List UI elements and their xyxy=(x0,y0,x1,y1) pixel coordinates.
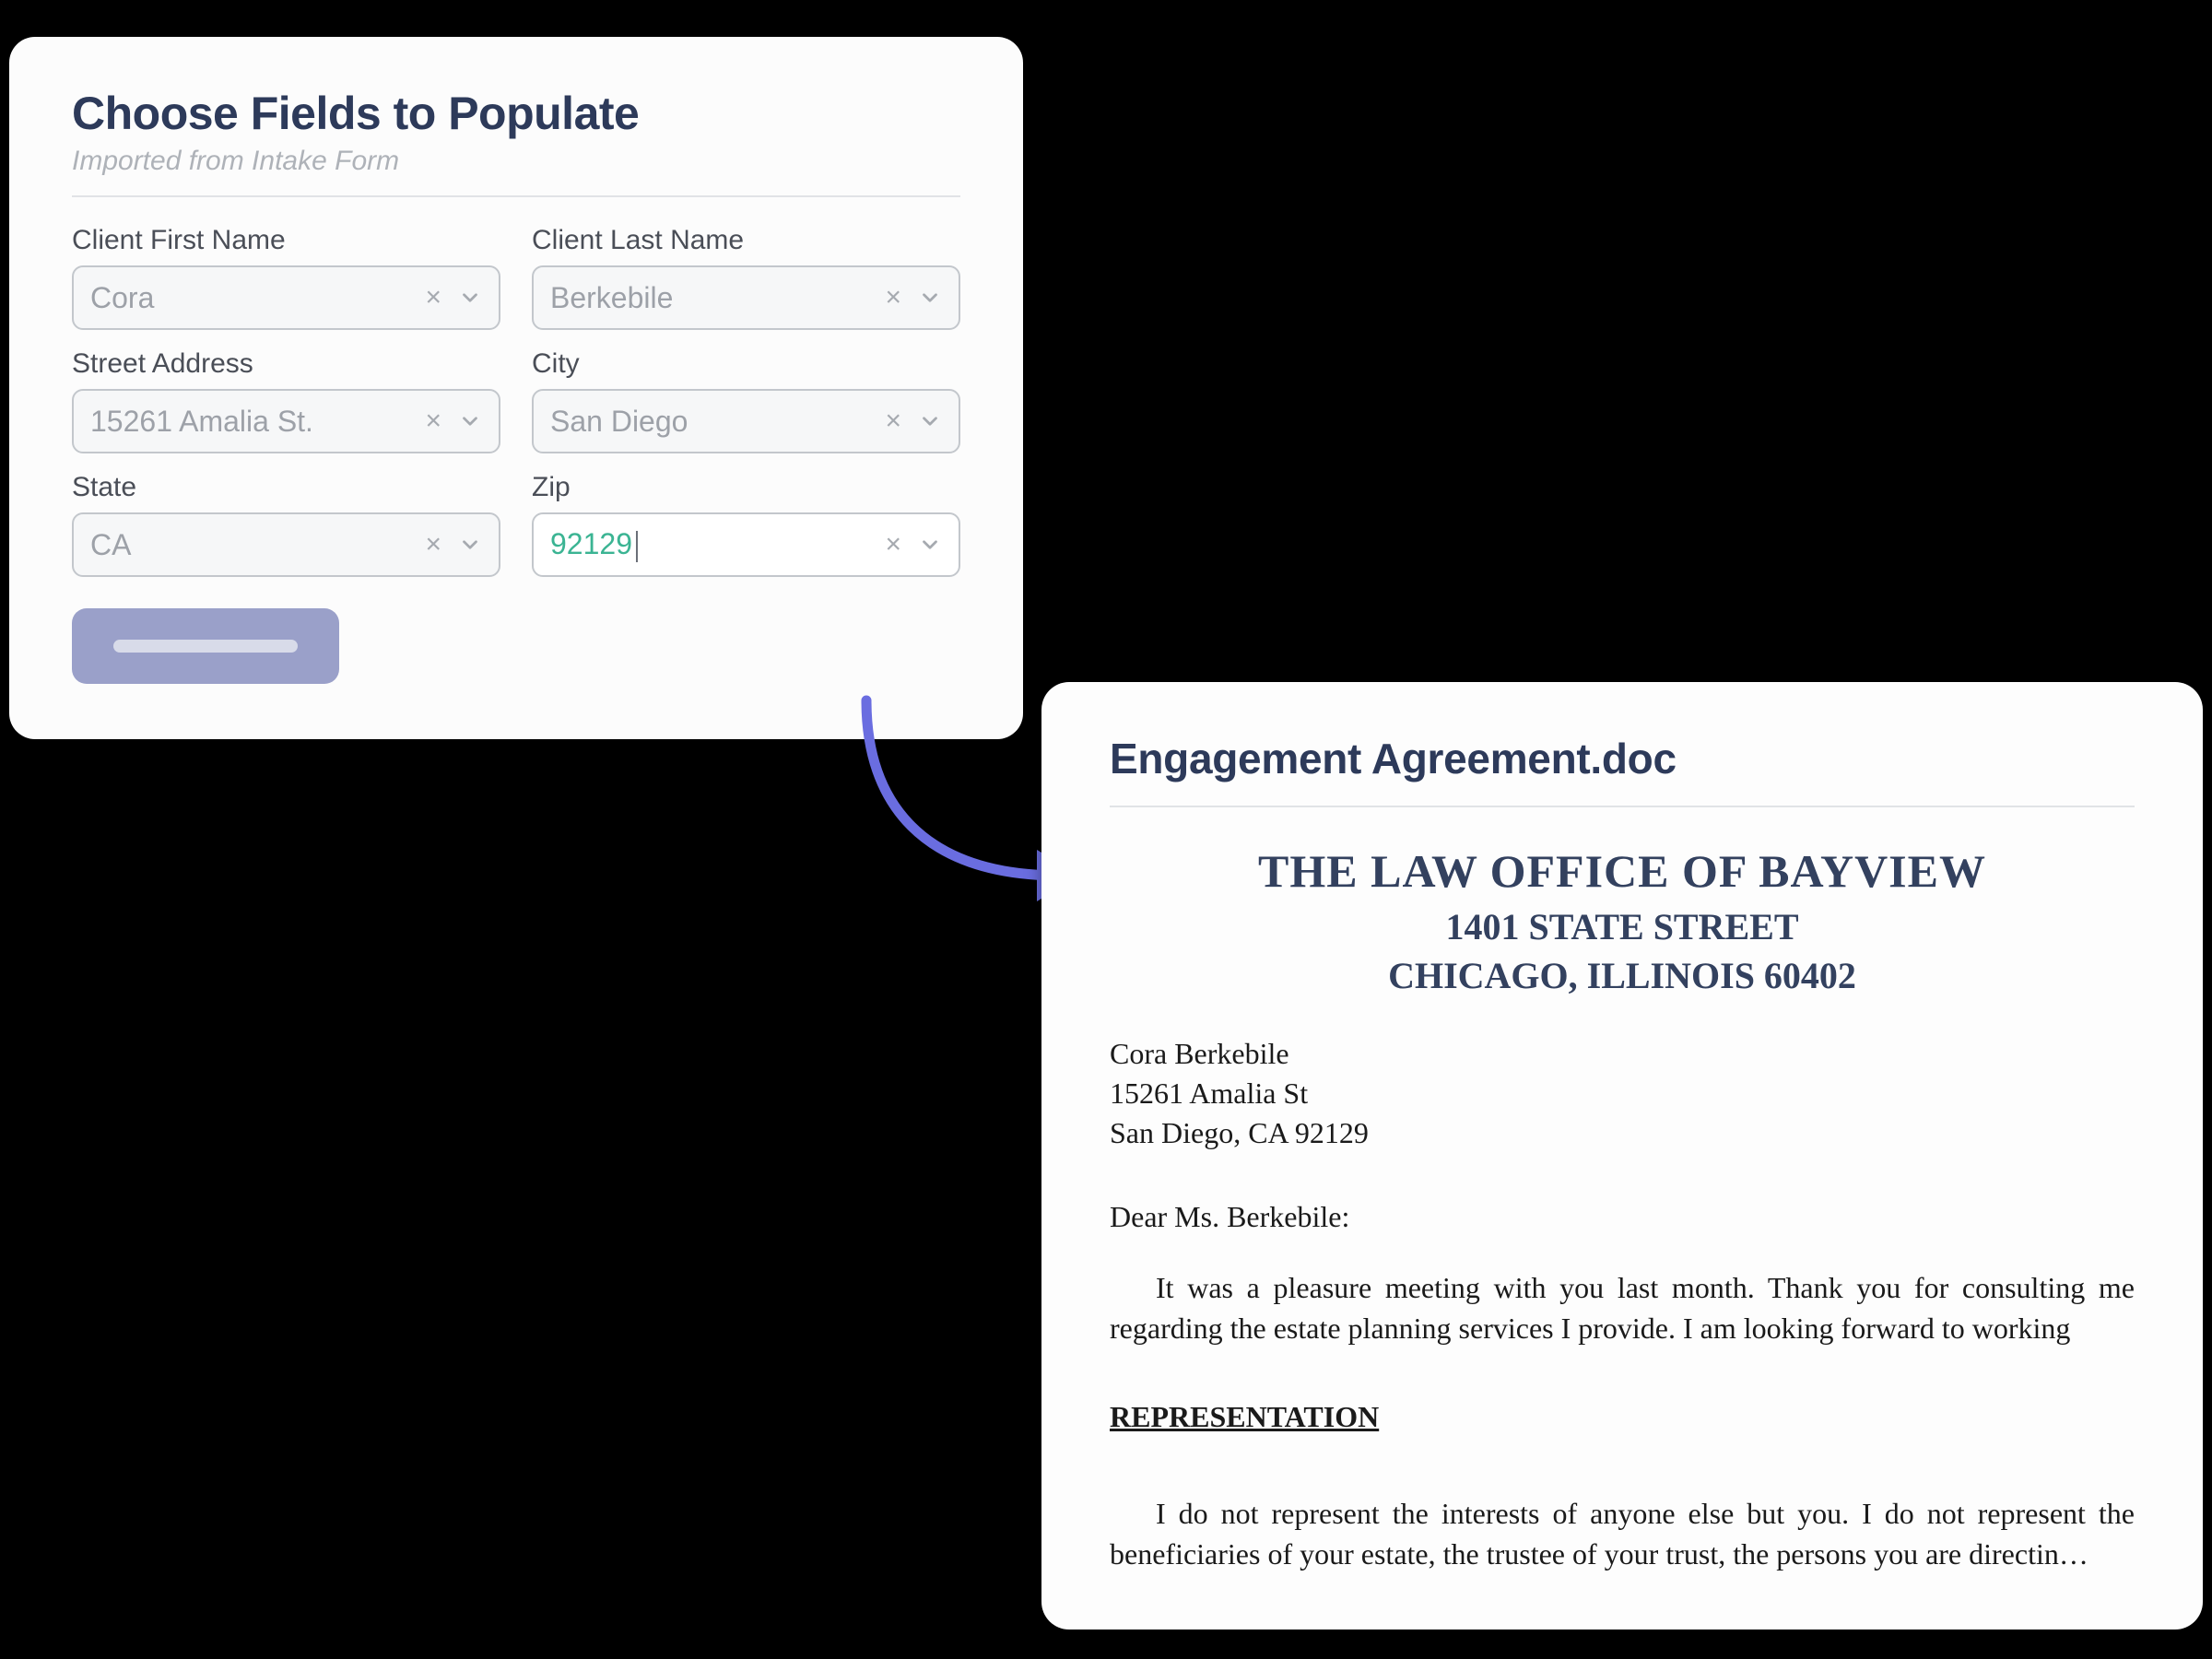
divider xyxy=(72,195,960,197)
recipient-address: Cora Berkebile 15261 Amalia St San Diego… xyxy=(1110,1034,2135,1154)
submit-button[interactable] xyxy=(72,608,339,684)
body-paragraph-1: It was a pleasure meeting with you last … xyxy=(1110,1267,2135,1348)
clear-icon[interactable]: × xyxy=(425,407,441,435)
chevron-down-icon[interactable] xyxy=(458,286,482,310)
field-label: Client First Name xyxy=(72,225,500,256)
field-street: Street Address 15261 Amalia St. × xyxy=(72,348,500,453)
letterhead-cityline: CHICAGO, ILLINOIS 60402 xyxy=(1110,954,2135,997)
divider xyxy=(1110,806,2135,807)
last-name-input[interactable]: Berkebile × xyxy=(532,265,960,330)
form-subtitle: Imported from Intake Form xyxy=(72,146,960,177)
recipient-cityline: San Diego, CA 92129 xyxy=(1110,1113,2135,1153)
city-input[interactable]: San Diego × xyxy=(532,389,960,453)
salutation: Dear Ms. Berkebile: xyxy=(1110,1200,2135,1234)
chevron-down-icon[interactable] xyxy=(458,533,482,557)
field-value: 15261 Amalia St. xyxy=(90,405,425,439)
clear-icon[interactable]: × xyxy=(885,284,901,312)
placeholder-bar xyxy=(113,640,298,653)
clear-icon[interactable]: × xyxy=(425,531,441,559)
field-state: State CA × xyxy=(72,472,500,577)
field-label: Zip xyxy=(532,472,960,503)
letterhead-firm: THE LAW OFFICE OF BAYVIEW xyxy=(1110,844,2135,898)
field-row-2: Street Address 15261 Amalia St. × City S… xyxy=(72,348,960,453)
clear-icon[interactable]: × xyxy=(885,407,901,435)
street-input[interactable]: 15261 Amalia St. × xyxy=(72,389,500,453)
recipient-street: 15261 Amalia St xyxy=(1110,1074,2135,1113)
chevron-down-icon[interactable] xyxy=(918,286,942,310)
document-filename: Engagement Agreement.doc xyxy=(1110,734,2135,783)
text-cursor xyxy=(636,531,638,562)
chevron-down-icon[interactable] xyxy=(918,409,942,433)
zip-input[interactable]: 92129 × xyxy=(532,512,960,577)
field-value: 92129 xyxy=(550,527,885,562)
clear-icon[interactable]: × xyxy=(885,531,901,559)
chevron-down-icon[interactable] xyxy=(458,409,482,433)
first-name-input[interactable]: Cora × xyxy=(72,265,500,330)
populate-fields-card: Choose Fields to Populate Imported from … xyxy=(9,37,1023,739)
field-value: CA xyxy=(90,528,425,562)
section-heading-representation: REPRESENTATION xyxy=(1110,1400,2135,1434)
field-label: State xyxy=(72,472,500,503)
chevron-down-icon[interactable] xyxy=(918,533,942,557)
field-value: Cora xyxy=(90,281,425,315)
body-paragraph-2: I do not represent the interests of anyo… xyxy=(1110,1493,2135,1574)
field-row-3: State CA × Zip 92129 × xyxy=(72,472,960,577)
field-city: City San Diego × xyxy=(532,348,960,453)
field-last-name: Client Last Name Berkebile × xyxy=(532,225,960,330)
clear-icon[interactable]: × xyxy=(425,284,441,312)
recipient-name: Cora Berkebile xyxy=(1110,1034,2135,1074)
field-first-name: Client First Name Cora × xyxy=(72,225,500,330)
field-value: Berkebile xyxy=(550,281,885,315)
field-zip: Zip 92129 × xyxy=(532,472,960,577)
field-label: City xyxy=(532,348,960,380)
form-title: Choose Fields to Populate xyxy=(72,87,960,140)
field-label: Street Address xyxy=(72,348,500,380)
state-input[interactable]: CA × xyxy=(72,512,500,577)
letterhead-street: 1401 STATE STREET xyxy=(1110,905,2135,948)
letterhead: THE LAW OFFICE OF BAYVIEW 1401 STATE STR… xyxy=(1110,844,2135,997)
document-preview-card: Engagement Agreement.doc THE LAW OFFICE … xyxy=(1041,682,2203,1630)
field-row-1: Client First Name Cora × Client Last Nam… xyxy=(72,225,960,330)
field-value: San Diego xyxy=(550,405,885,439)
field-label: Client Last Name xyxy=(532,225,960,256)
